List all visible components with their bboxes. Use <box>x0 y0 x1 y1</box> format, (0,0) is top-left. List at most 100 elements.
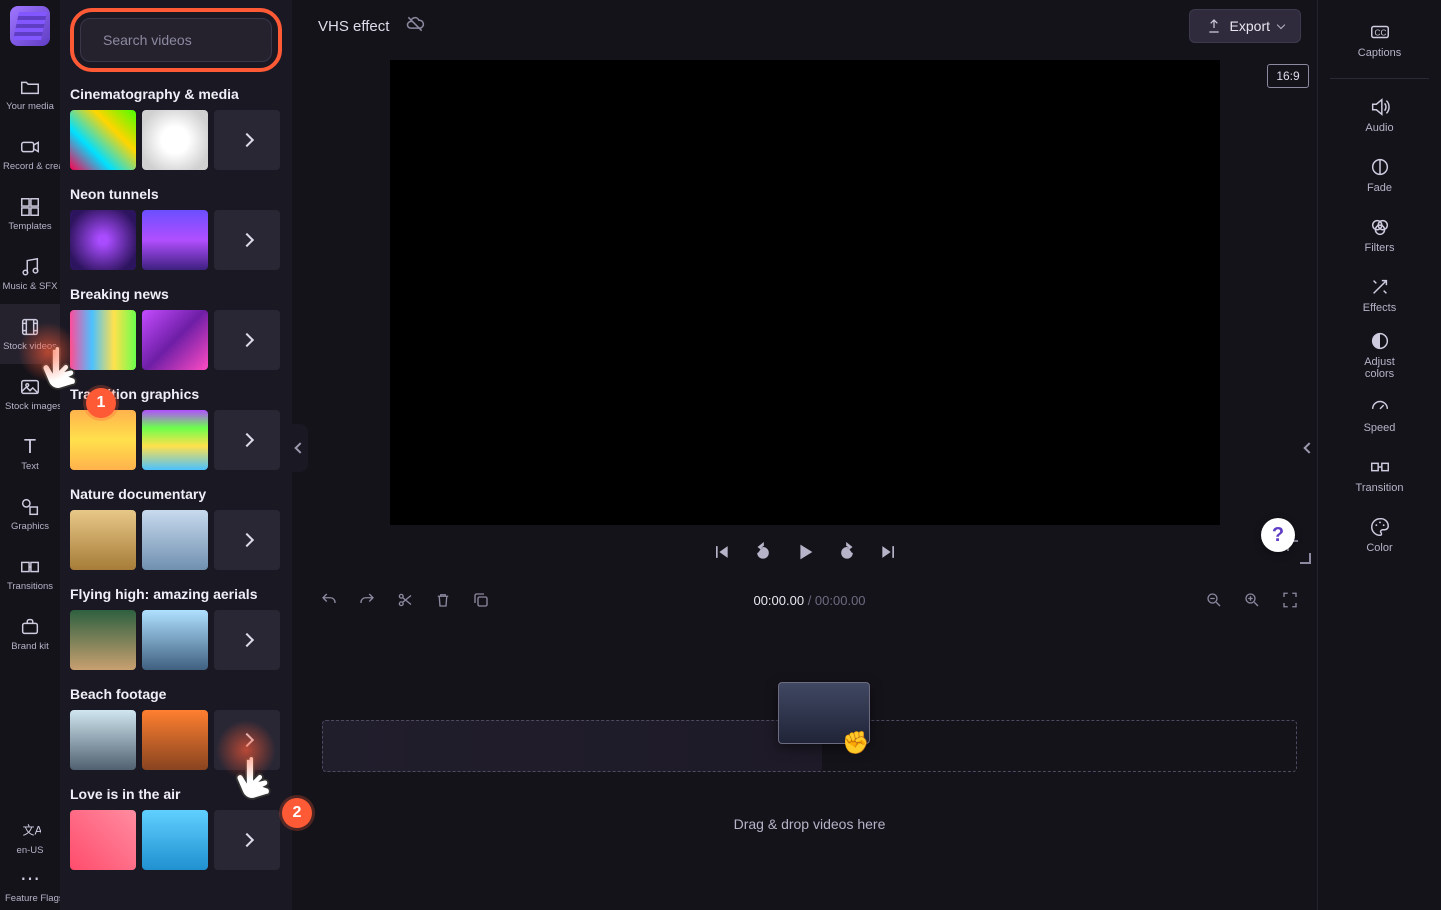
play-button[interactable] <box>793 540 817 564</box>
undo-button[interactable] <box>318 589 340 611</box>
palette-icon <box>1369 516 1391 538</box>
delete-button[interactable] <box>432 589 454 611</box>
video-preview[interactable] <box>390 60 1220 525</box>
collapse-media-panel-button[interactable] <box>292 424 308 472</box>
folder-icon <box>19 76 41 98</box>
category-cinematography: Cinematography & media <box>70 86 282 170</box>
prop-transition[interactable]: Transition <box>1318 445 1441 505</box>
category-breaking-news: Breaking news <box>70 286 282 370</box>
globe-icon: 文A <box>19 820 41 842</box>
prop-filters[interactable]: Filters <box>1318 205 1441 265</box>
timeline[interactable]: ✊ Drag & drop videos here <box>302 620 1317 910</box>
stock-thumb[interactable] <box>70 610 136 670</box>
nav-templates[interactable]: Templates <box>0 184 60 244</box>
stock-thumb[interactable] <box>142 710 208 770</box>
top-bar: VHS effect Export <box>308 0 1317 52</box>
category-more-button[interactable] <box>214 610 280 670</box>
zoom-in-button[interactable] <box>1241 589 1263 611</box>
duplicate-button[interactable] <box>470 589 492 611</box>
nav-graphics[interactable]: Graphics <box>0 484 60 544</box>
nav-record-create[interactable]: Record & create <box>0 124 60 184</box>
nav-music-sfx[interactable]: Music & SFX <box>0 244 60 304</box>
prop-label: Color <box>1366 542 1392 554</box>
zoom-out-button[interactable] <box>1203 589 1225 611</box>
redo-button[interactable] <box>356 589 378 611</box>
aspect-ratio-selector[interactable]: 16:9 <box>1267 64 1309 88</box>
speed-icon <box>1369 396 1391 418</box>
help-button[interactable]: ? <box>1261 518 1295 552</box>
stock-thumb[interactable] <box>70 210 136 270</box>
nav-label: en-US <box>17 846 44 856</box>
nav-label: Music & SFX <box>3 282 58 292</box>
category-title: Beach footage <box>70 686 282 702</box>
zoom-fit-button[interactable] <box>1279 589 1301 611</box>
search-videos-box[interactable] <box>80 18 272 62</box>
stock-thumb[interactable] <box>142 310 208 370</box>
prop-label: Fade <box>1367 182 1392 194</box>
skip-start-button[interactable] <box>709 540 733 564</box>
search-input[interactable] <box>103 32 284 48</box>
split-button[interactable] <box>394 589 416 611</box>
templates-icon <box>19 196 41 218</box>
audio-icon <box>1369 96 1391 118</box>
nav-transitions[interactable]: Transitions <box>0 544 60 604</box>
export-button[interactable]: Export <box>1189 9 1301 43</box>
camera-icon <box>19 136 41 158</box>
prop-label: Audio <box>1365 122 1393 134</box>
stock-thumb[interactable] <box>142 210 208 270</box>
category-more-button[interactable] <box>214 210 280 270</box>
prop-fade[interactable]: Fade <box>1318 145 1441 205</box>
category-title: Flying high: amazing aerials <box>70 586 282 602</box>
nav-your-media[interactable]: Your media <box>0 64 60 124</box>
stock-thumb[interactable] <box>70 810 136 870</box>
prop-speed[interactable]: Speed <box>1318 385 1441 445</box>
stock-thumb[interactable] <box>142 610 208 670</box>
category-nature-documentary: Nature documentary <box>70 486 282 570</box>
prop-adjust-colors[interactable]: Adjust colors <box>1318 325 1441 385</box>
prop-label: Transition <box>1356 482 1404 494</box>
stock-thumb[interactable] <box>70 710 136 770</box>
app-logo[interactable] <box>10 6 50 46</box>
nav-feature-flags[interactable]: ⋯ Feature Flags <box>0 862 60 910</box>
stock-thumb[interactable] <box>142 510 208 570</box>
rewind-button[interactable] <box>751 540 775 564</box>
pointer-badge-2: 2 <box>282 798 312 828</box>
category-title: Neon tunnels <box>70 186 282 202</box>
stock-thumb[interactable] <box>142 810 208 870</box>
prop-color[interactable]: Color <box>1318 505 1441 565</box>
category-more-button[interactable] <box>214 310 280 370</box>
category-more-button[interactable] <box>214 410 280 470</box>
nav-brand-kit[interactable]: Brand kit <box>0 604 60 664</box>
stock-thumb[interactable] <box>70 510 136 570</box>
prop-label: Captions <box>1358 47 1401 59</box>
svg-text:CC: CC <box>1374 29 1386 38</box>
category-more-button[interactable] <box>214 510 280 570</box>
stock-thumb[interactable] <box>70 110 136 170</box>
category-more-button[interactable] <box>214 110 280 170</box>
stock-thumb[interactable] <box>142 410 208 470</box>
prop-effects[interactable]: Effects <box>1318 265 1441 325</box>
text-icon: T <box>19 436 41 458</box>
chevron-down-icon <box>1277 20 1285 28</box>
nav-label: Brand kit <box>11 642 49 652</box>
cloud-sync-off-icon[interactable] <box>405 14 425 39</box>
transitions-icon <box>19 556 41 578</box>
project-title[interactable]: VHS effect <box>318 18 389 35</box>
nav-text[interactable]: T Text <box>0 424 60 484</box>
forward-button[interactable] <box>835 540 859 564</box>
stock-thumb[interactable] <box>142 110 208 170</box>
prop-audio[interactable]: Audio <box>1318 85 1441 145</box>
dots-icon: ⋯ <box>19 868 41 890</box>
stock-thumb[interactable] <box>70 410 136 470</box>
filters-icon <box>1369 216 1391 238</box>
tutorial-pointer-1: 1 <box>32 338 88 410</box>
nav-label: Text <box>21 462 38 472</box>
grab-cursor-icon: ✊ <box>842 730 869 756</box>
prop-captions[interactable]: CC Captions <box>1318 10 1441 70</box>
prop-label: Adjust colors <box>1350 356 1410 380</box>
tutorial-pointer-2: 2 <box>226 748 282 820</box>
svg-text:文A: 文A <box>23 823 41 837</box>
nav-locale[interactable]: 文A en-US <box>0 814 60 862</box>
skip-end-button[interactable] <box>877 540 901 564</box>
collapse-right-panel-button[interactable] <box>1301 424 1317 472</box>
